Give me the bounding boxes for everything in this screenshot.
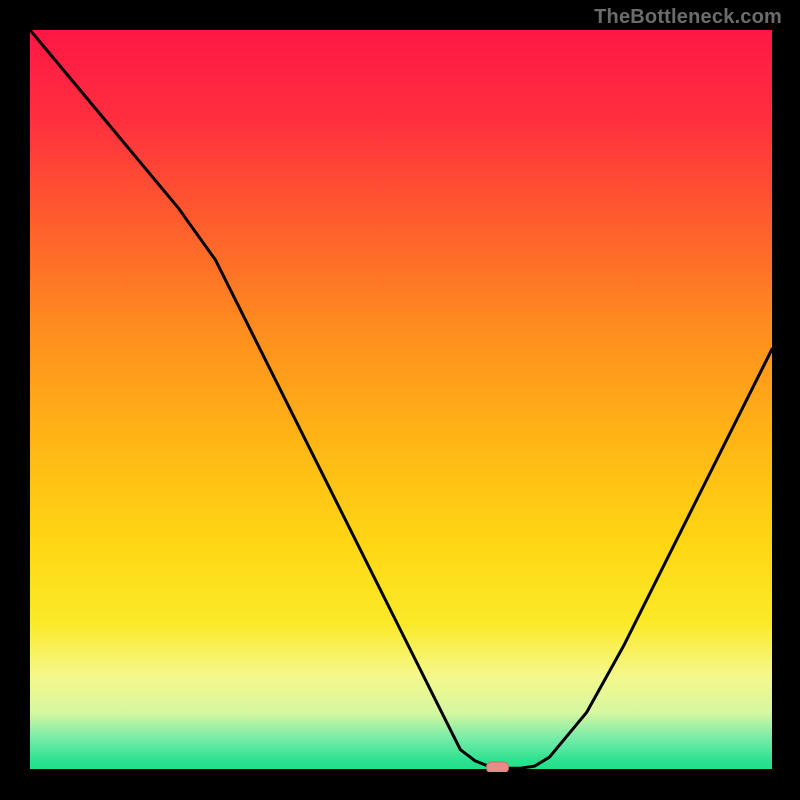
optimal-point-marker <box>487 762 509 772</box>
bottleneck-chart <box>30 30 772 772</box>
plot-background <box>30 30 772 772</box>
chart-frame: TheBottleneck.com <box>0 0 800 800</box>
watermark: TheBottleneck.com <box>594 6 782 29</box>
